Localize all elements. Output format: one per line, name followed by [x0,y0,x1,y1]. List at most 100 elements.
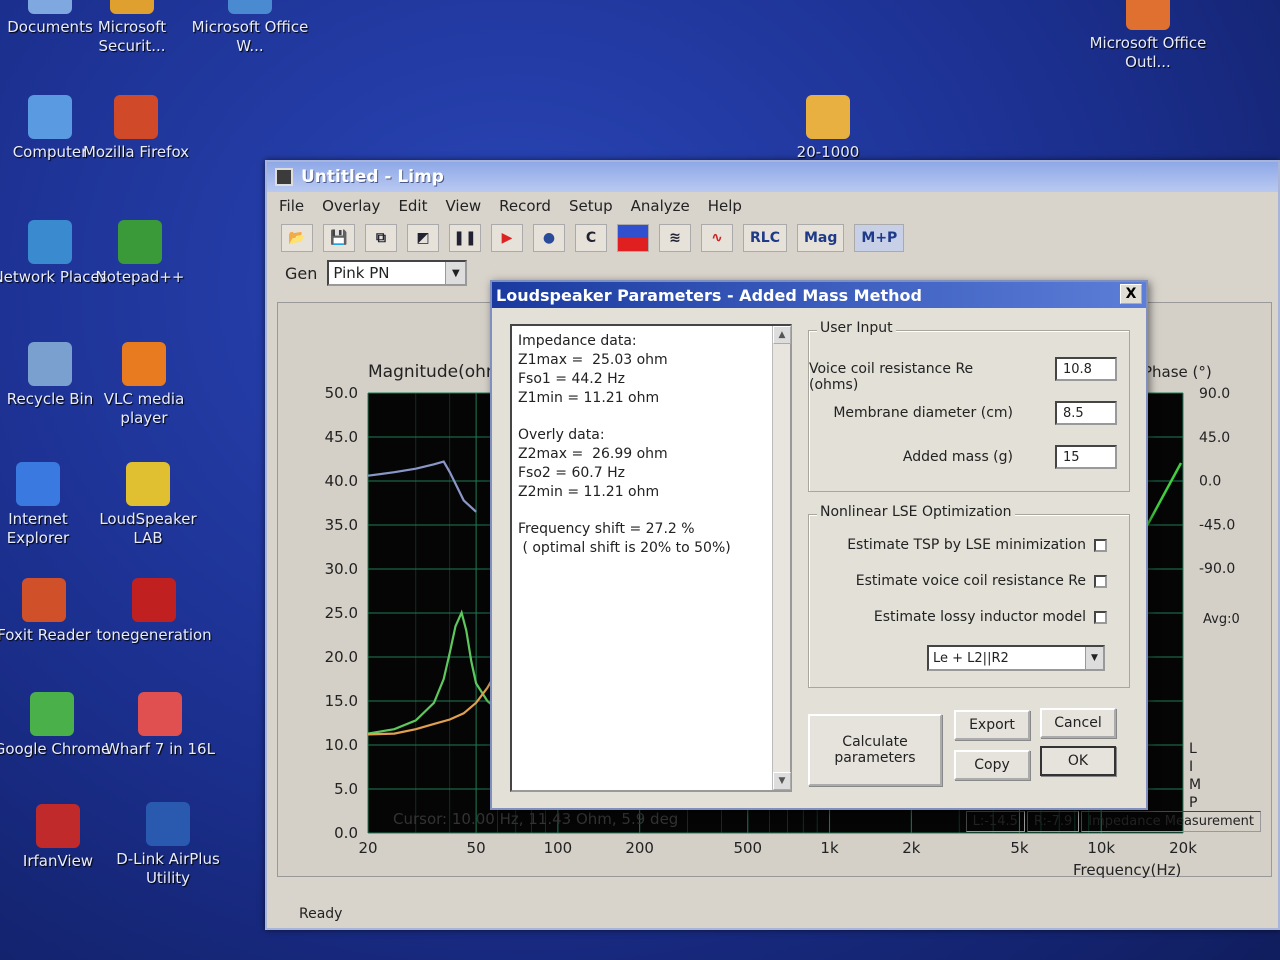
loudspeaker-parameters-dialog[interactable]: Loudspeaker Parameters - Added Mass Meth… [490,280,1148,810]
mozilla-firefox-icon [114,95,158,139]
record-icon[interactable]: ● [533,224,565,252]
window-titlebar[interactable]: Untitled - Limp [267,162,1278,192]
save-icon[interactable]: 💾 [323,224,355,252]
ok-button[interactable]: OK [1040,746,1116,776]
impedance-data-text: Impedance data: Z1max = 25.03 ohm Fso1 = 4… [518,332,784,558]
mag-button[interactable]: Mag [796,224,845,252]
window-title: Untitled - Limp [301,167,444,187]
desktop-icon-microsoft-office-outl[interactable]: Microsoft Office Outl... [1088,0,1208,72]
edit-icon[interactable]: ◩ [407,224,439,252]
y2-tick-label: -45.0 [1199,517,1235,533]
generator-select[interactable]: Pink PN ▼ [327,260,468,286]
estimate-tsp-label: Estimate TSP by LSE minimization [847,537,1086,553]
menu-setup[interactable]: Setup [569,197,613,215]
x-tick-label: 200 [625,839,654,857]
status-bar: Ready [267,900,1278,928]
chevron-down-icon: ▼ [445,262,466,284]
desktop-icon-notepad[interactable]: Notepad++ [80,220,200,287]
close-icon[interactable]: X [1120,284,1142,304]
wave-icon[interactable]: ≋ [659,224,691,252]
notepad-icon [118,220,162,264]
estimate-re-row[interactable]: Estimate voice coil resistance Re [856,573,1107,589]
calibrate-icon[interactable]: C [575,224,607,252]
diameter-label: Membrane diameter (cm) [833,405,1013,421]
pause-icon[interactable]: ❚❚ [449,224,481,252]
re-input[interactable] [1055,357,1117,381]
menu-view[interactable]: View [446,197,482,215]
inductor-model-select[interactable]: Le + L2||R2 ▼ [927,645,1105,671]
y-tick-label: 50.0 [325,384,358,402]
menu-bar: File Overlay Edit View Record Setup Analyze Hel… [267,192,1278,220]
impedance-data-pane[interactable]: Impedance data: Z1max = 25.03 ohm Fso1 = 4… [510,324,792,792]
menu-overlay[interactable]: Overlay [322,197,380,215]
desktop-icon-vlc-media-player[interactable]: VLC media player [84,342,204,428]
y-axis-label: Magnitude(ohm) [368,362,509,382]
limp-vertical-letter: M [1189,777,1201,793]
y-tick-label: 25.0 [325,604,358,622]
limp-vertical-letter: L [1189,741,1197,757]
estimate-tsp-checkbox[interactable] [1094,538,1107,552]
estimate-inductor-checkbox[interactable] [1094,610,1107,624]
dialog-titlebar[interactable]: Loudspeaker Parameters - Added Mass Meth… [492,282,1146,308]
estimate-tsp-row[interactable]: Estimate TSP by LSE minimization [847,537,1107,553]
data-line: Z2max = 26.99 ohm [518,446,668,462]
x-tick-label: 20 [358,839,377,857]
data-scrollbar[interactable]: ▲ ▼ [772,326,791,790]
copy-button[interactable]: Copy [954,750,1030,780]
desktop-icon-d-link-airplus-utility[interactable]: D-Link AirPlus Utility [108,802,228,888]
menu-analyze[interactable]: Analyze [631,197,690,215]
re-label: Voice coil resistance Re (ohms) [809,361,974,393]
desktop-icon-wharf-7-in-16l[interactable]: Wharf 7 in 16L [100,692,220,759]
mag-phase-button[interactable]: M+P [854,224,905,252]
y-tick-label: 5.0 [334,780,358,798]
desktop-icon-microsoft-office-w[interactable]: Microsoft Office W... [190,0,310,56]
added-mass-label: Added mass (g) [902,449,1013,465]
status-cell: R:-7.9 [1026,811,1080,832]
foxit-reader-icon [22,578,66,622]
desktop-icon-label: Wharf 7 in 16L [105,740,215,758]
open-folder-icon[interactable]: 📂 [281,224,313,252]
y-tick-label: 30.0 [325,560,358,578]
google-chrome-icon [30,692,74,736]
data-line: Overly data: [518,427,605,443]
sine-icon[interactable]: ∿ [701,224,733,252]
added-mass-input[interactable] [1055,445,1117,469]
y2-tick-label: 45.0 [1199,430,1230,446]
desktop-icon-google-chrome[interactable]: Google Chrome [0,692,112,759]
toolbar: 📂 💾 ⧉ ◩ ❚❚ ▶ ● C ≋ ∿ RLC Mag M+P [267,220,1278,256]
rlc-button[interactable]: RLC [743,224,787,252]
desktop-icon-microsoft-securit[interactable]: Microsoft Securit... [72,0,192,56]
copy-icon[interactable]: ⧉ [365,224,397,252]
generator-select-value: Pink PN [333,264,390,282]
desktop-icon-irfanview[interactable]: IrfanView [0,804,118,871]
desktop-icon-internet-explorer[interactable]: Internet Explorer [0,462,98,548]
export-button[interactable]: Export [954,710,1030,740]
cancel-button[interactable]: Cancel [1040,708,1116,738]
cursor-readout: Cursor: 10.00 Hz, 11.43 Ohm, 5.9 deg [393,810,679,828]
user-input-label: User Input [817,320,896,336]
calculate-parameters-button[interactable]: Calculate parameters [808,714,942,786]
menu-edit[interactable]: Edit [398,197,427,215]
20-1000-icon [806,95,850,139]
data-line: Z1max = 25.03 ohm [518,352,668,368]
recycle-bin-icon [28,342,72,386]
scroll-down-icon[interactable]: ▼ [773,772,791,790]
desktop-icon-label: Microsoft Office Outl... [1089,34,1207,71]
desktop-icon-tonegeneration[interactable]: tonegeneration [94,578,214,645]
color-icon[interactable] [617,224,649,252]
desktop-icon-20-1000[interactable]: 20-1000 [768,95,888,162]
estimate-inductor-row[interactable]: Estimate lossy inductor model [874,609,1107,625]
desktop-icon-loudspeaker-lab[interactable]: LoudSpeaker LAB [88,462,208,548]
menu-help[interactable]: Help [708,197,742,215]
desktop-icon-mozilla-firefox[interactable]: Mozilla Firefox [76,95,196,162]
dialog-title: Loudspeaker Parameters - Added Mass Meth… [496,285,922,305]
estimate-re-checkbox[interactable] [1094,574,1107,588]
play-icon[interactable]: ▶ [491,224,523,252]
scroll-up-icon[interactable]: ▲ [773,326,791,344]
data-line: Frequency shift = 27.2 % [518,521,695,537]
diameter-input[interactable] [1055,401,1117,425]
menu-record[interactable]: Record [499,197,551,215]
menu-file[interactable]: File [279,197,304,215]
desktop-icon-foxit-reader[interactable]: Foxit Reader [0,578,104,645]
data-line: Fso2 = 60.7 Hz [518,465,625,481]
